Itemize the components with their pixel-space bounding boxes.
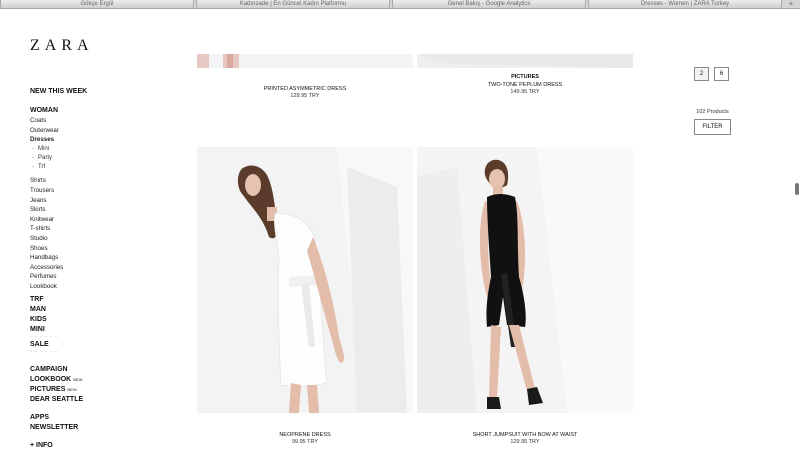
view-option-2-button[interactable]: 2 xyxy=(694,67,709,81)
nav-item-handbags[interactable]: Handbags xyxy=(30,253,150,263)
product-price: 149.95 TRY xyxy=(510,89,540,95)
nav-man[interactable]: MAN xyxy=(30,305,150,315)
nav-item-tshirts[interactable]: T-shirts xyxy=(30,224,150,234)
product-image[interactable] xyxy=(417,54,633,68)
nav-item-coats[interactable]: Coats xyxy=(30,116,150,126)
scrollbar-thumb[interactable] xyxy=(795,183,799,195)
browser-tab[interactable]: Genel Bakış - Google Analytics xyxy=(392,0,586,9)
product-name[interactable]: TWO-TONE PEPLUM DRESS xyxy=(488,82,562,88)
product-photo-neoprene-dress xyxy=(197,147,413,413)
nav-sub-trf[interactable]: - Trf xyxy=(30,163,150,172)
nav-item-outerwear[interactable]: Outerwear xyxy=(30,126,150,136)
nav-item-shirts[interactable]: Shirts xyxy=(30,176,150,186)
nav-item-trousers[interactable]: Trousers xyxy=(30,186,150,196)
zara-logo[interactable]: ZARA xyxy=(30,37,94,55)
sidebar-nav: NEW THIS WEEK WOMAN Coats Outerwear Dres… xyxy=(30,87,150,450)
product-caption[interactable]: PICTURES TWO-TONE PEPLUM DRESS 149.95 TR… xyxy=(417,74,633,96)
new-badge: NEW xyxy=(67,386,77,392)
product-caption[interactable]: NEOPRENE DRESS 99.95 TRY xyxy=(197,432,413,446)
nav-item-knitwear[interactable]: Knitwear xyxy=(30,215,150,225)
product-badge: PICTURES xyxy=(511,74,539,80)
nav-trf[interactable]: TRF xyxy=(30,295,150,305)
nav-sub-party[interactable]: - Party xyxy=(30,154,150,163)
browser-tab[interactable]: Gökçe Ergül xyxy=(0,0,194,9)
product-photo-art xyxy=(417,54,633,68)
view-option-6-button[interactable]: 6 xyxy=(714,67,729,81)
nav-item-studio[interactable]: Studio xyxy=(30,234,150,244)
product-caption[interactable]: PRINTED ASYMMETRIC DRESS 129.95 TRY xyxy=(197,86,413,100)
product-price: 99.95 TRY xyxy=(291,439,319,445)
product-image[interactable] xyxy=(197,147,413,413)
product-price: 129.95 TRY xyxy=(290,93,320,99)
product-photo-short-jumpsuit xyxy=(417,147,633,413)
nav-kids[interactable]: KIDS xyxy=(30,315,150,325)
nav-item-perfumes[interactable]: Perfumes xyxy=(30,272,150,282)
nav-item-lookbook[interactable]: Lookbook xyxy=(30,282,150,292)
nav-campaign[interactable]: CAMPAIGN xyxy=(30,365,150,375)
browser-tab-strip: Gökçe Ergül Kadınzade | En Güncel Kadın … xyxy=(0,0,800,9)
nav-item-dresses[interactable]: Dresses xyxy=(30,135,150,145)
nav-item-accessories[interactable]: Accessories xyxy=(30,263,150,273)
product-image[interactable] xyxy=(197,54,413,68)
nav-item-skirts[interactable]: Skirts xyxy=(30,205,150,215)
product-photo-art xyxy=(197,54,413,68)
nav-item-jeans[interactable]: Jeans xyxy=(30,196,150,206)
nav-lookbook[interactable]: LOOKBOOK NEW xyxy=(30,375,150,385)
product-image[interactable] xyxy=(417,147,633,413)
product-name[interactable]: NEOPRENE DRESS xyxy=(279,432,330,438)
nav-sub-mini[interactable]: - Mini xyxy=(30,145,150,154)
new-badge: NEW xyxy=(73,376,83,382)
nav-apps[interactable]: APPS xyxy=(30,413,150,423)
product-count: 102 Products xyxy=(696,109,729,115)
nav-info[interactable]: + INFO xyxy=(30,441,150,450)
nav-new-this-week[interactable]: NEW THIS WEEK xyxy=(30,87,150,97)
product-caption[interactable]: SHORT JUMPSUIT WITH BOW AT WAIST 129.95 … xyxy=(417,432,633,446)
product-name[interactable]: SHORT JUMPSUIT WITH BOW AT WAIST xyxy=(473,432,578,438)
browser-tab[interactable]: Kadınzade | En Güncel Kadın Platformu xyxy=(196,0,390,9)
nav-item-shoes[interactable]: Shoes xyxy=(30,244,150,254)
nav-newsletter[interactable]: NEWSLETTER xyxy=(30,423,150,433)
product-price: 129.95 TRY xyxy=(510,439,540,445)
product-name[interactable]: PRINTED ASYMMETRIC DRESS xyxy=(264,86,347,92)
filter-button[interactable]: FILTER xyxy=(694,119,731,135)
nav-dear-seattle[interactable]: DEAR SEATTLE xyxy=(30,395,150,405)
new-tab-button[interactable]: + xyxy=(784,0,798,9)
nav-pictures[interactable]: PICTURES NEW xyxy=(30,385,150,395)
browser-tab-active[interactable]: Dresses - Women | ZARA Turkey xyxy=(588,0,782,9)
nav-woman[interactable]: WOMAN xyxy=(30,106,150,116)
